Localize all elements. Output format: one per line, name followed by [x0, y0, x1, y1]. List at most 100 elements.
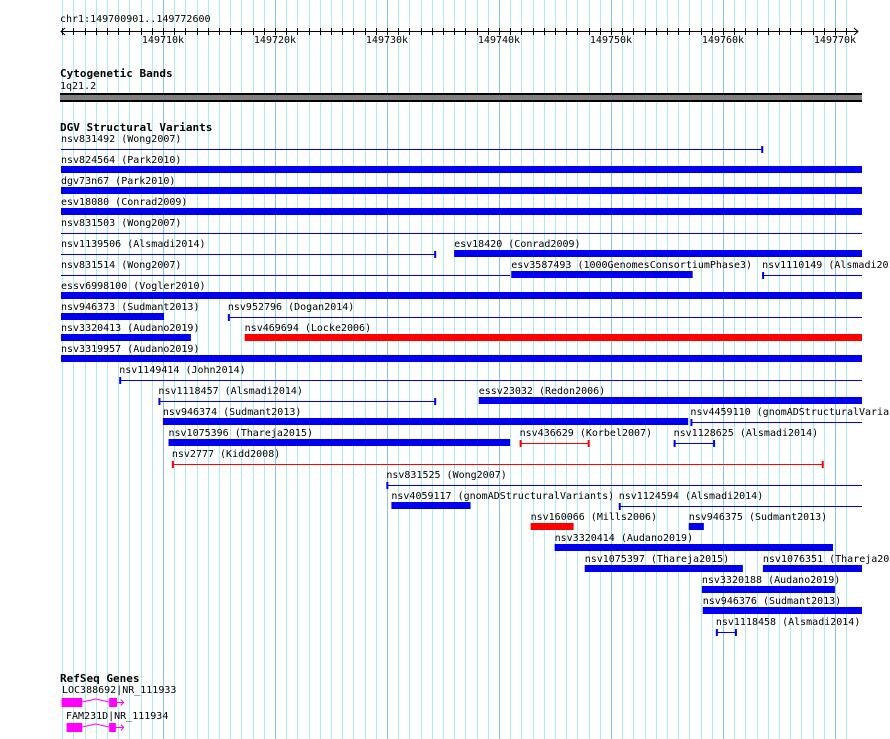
structural-variant[interactable] [511, 271, 693, 278]
variant-start-tick [519, 440, 522, 447]
structural-variant[interactable] [244, 334, 862, 341]
variant-label[interactable]: nsv1139506 (Alsmadi2014) [61, 239, 206, 250]
structural-variant[interactable] [673, 440, 716, 447]
gene-feature[interactable] [66, 723, 125, 732]
variant-label[interactable]: esv18420 (Conrad2009) [454, 239, 580, 250]
variant-label[interactable]: nsv1128625 (Alsmadi2014) [674, 428, 819, 439]
structural-variant[interactable] [688, 523, 704, 530]
structural-variant[interactable] [391, 502, 471, 509]
structural-variant[interactable] [162, 418, 689, 425]
variant-end-tick [821, 461, 824, 468]
variant-label[interactable]: nsv1076351 (Thareja2015) [763, 554, 890, 565]
variant-bar [168, 439, 511, 446]
intron-line [82, 698, 110, 703]
variant-label[interactable]: nsv831503 (Wong2007) [61, 218, 181, 229]
variant-label[interactable]: nsv3320188 (Audano2019) [702, 575, 840, 586]
structural-variant[interactable] [61, 334, 191, 341]
variant-bar [162, 418, 689, 425]
variant-end-tick [761, 146, 764, 153]
structural-variant[interactable] [584, 565, 743, 572]
variant-bar [530, 523, 574, 530]
structural-variant[interactable] [701, 586, 835, 593]
variant-end-tick [713, 440, 716, 447]
structural-variant[interactable] [61, 313, 165, 320]
structural-variant[interactable] [61, 292, 862, 299]
structural-variant[interactable] [618, 503, 862, 510]
variant-start-tick [690, 419, 693, 426]
variant-label[interactable]: nsv946373 (Sudmant2013) [61, 302, 199, 313]
variant-bar [478, 397, 862, 404]
variant-label[interactable]: nsv1149414 (John2014) [119, 365, 245, 376]
variant-label[interactable]: nsv1110149 (Alsmadi2014) [762, 260, 890, 271]
variant-bar [61, 187, 862, 194]
structural-variant[interactable] [158, 398, 437, 405]
structural-variant[interactable] [61, 251, 437, 258]
variant-label[interactable]: nsv946374 (Sudmant2013) [163, 407, 301, 418]
structural-variant[interactable] [762, 565, 862, 572]
structural-variant[interactable] [690, 419, 862, 426]
structural-variant[interactable] [715, 629, 737, 636]
variant-label[interactable]: nsv3320413 (Audano2019) [61, 323, 199, 334]
structural-variant[interactable] [530, 523, 574, 530]
variant-label[interactable]: nsv952796 (Dogan2014) [228, 302, 354, 313]
structural-variant[interactable] [61, 146, 764, 153]
structural-variant[interactable] [119, 377, 862, 384]
variant-label[interactable]: nsv2777 (Kidd2008) [172, 449, 280, 460]
variant-label[interactable]: nsv3320414 (Audano2019) [555, 533, 693, 544]
variant-bar [61, 313, 165, 320]
variant-bar [61, 334, 191, 341]
variant-label[interactable]: essv23032 (Redon2006) [479, 386, 605, 397]
variant-label[interactable]: nsv831514 (Wong2007) [61, 260, 181, 271]
structural-variant[interactable] [762, 272, 862, 279]
structural-variant[interactable] [519, 440, 590, 447]
variant-start-tick [762, 272, 765, 279]
variant-label[interactable]: nsv3319957 (Audano2019) [61, 344, 199, 355]
variant-bar [762, 565, 862, 572]
variant-start-tick [158, 398, 161, 405]
variant-label[interactable]: esv3587493 (1000GenomesConsortiumPhase3) [511, 260, 752, 271]
structural-variant[interactable] [554, 544, 834, 551]
structural-variant[interactable] [61, 166, 862, 173]
variant-label[interactable]: esv18080 (Conrad2009) [61, 197, 187, 208]
structural-variant[interactable] [61, 208, 862, 215]
gene-feature[interactable] [61, 698, 125, 707]
variant-label[interactable]: nsv1118458 (Alsmadi2014) [716, 617, 861, 628]
gene-label[interactable]: FAM231D|NR_111934 [66, 711, 168, 722]
variant-label[interactable]: nsv831525 (Wong2007) [386, 470, 506, 481]
structural-variant[interactable] [227, 314, 862, 321]
variant-label[interactable]: nsv1118457 (Alsmadi2014) [158, 386, 303, 397]
structural-variant[interactable] [702, 607, 862, 614]
structural-variant[interactable] [61, 187, 862, 194]
variant-label[interactable]: nsv436629 (Korbel2007) [520, 428, 652, 439]
variant-label[interactable]: essv6998100 (Vogler2010) [61, 281, 206, 292]
structural-variant[interactable] [61, 355, 862, 362]
variant-label[interactable]: nsv946376 (Sudmant2013) [703, 596, 841, 607]
variant-label[interactable]: nsv824564 (Park2010) [61, 155, 181, 166]
structural-variant[interactable] [478, 397, 862, 404]
variant-start-tick [386, 482, 389, 489]
structural-variant[interactable] [454, 250, 862, 257]
structural-variant[interactable] [171, 461, 824, 468]
variant-start-tick [673, 440, 676, 447]
variant-bar [511, 271, 693, 278]
variant-label[interactable]: nsv946375 (Sudmant2013) [689, 512, 827, 523]
variant-bar [554, 544, 834, 551]
gene-label[interactable]: LOC388692|NR_111933 [62, 685, 176, 696]
structural-variant[interactable] [168, 439, 511, 446]
variant-label[interactable]: nsv1075396 (Thareja2015) [169, 428, 314, 439]
variant-start-tick [618, 503, 621, 510]
variant-start-tick [715, 629, 718, 636]
variant-label[interactable]: dgv73n67 (Park2010) [61, 176, 175, 187]
variant-bar [702, 607, 862, 614]
variant-label[interactable]: nsv831492 (Wong2007) [61, 134, 181, 145]
variant-label[interactable]: nsv469694 (Locke2006) [245, 323, 371, 334]
variant-label[interactable]: nsv4459110 (gnomADStructuralVariants) [690, 407, 890, 418]
exon-box [109, 698, 117, 707]
variant-label[interactable]: nsv160066 (Mills2006) [531, 512, 657, 523]
structural-variant[interactable] [386, 482, 862, 489]
variant-label[interactable]: nsv1075397 (Thareja2015) [585, 554, 730, 565]
exon-box [109, 723, 116, 732]
variant-label[interactable]: nsv4059117 (gnomADStructuralVariants) [391, 491, 614, 502]
variant-bar [61, 292, 862, 299]
variant-label[interactable]: nsv1124594 (Alsmadi2014) [619, 491, 764, 502]
